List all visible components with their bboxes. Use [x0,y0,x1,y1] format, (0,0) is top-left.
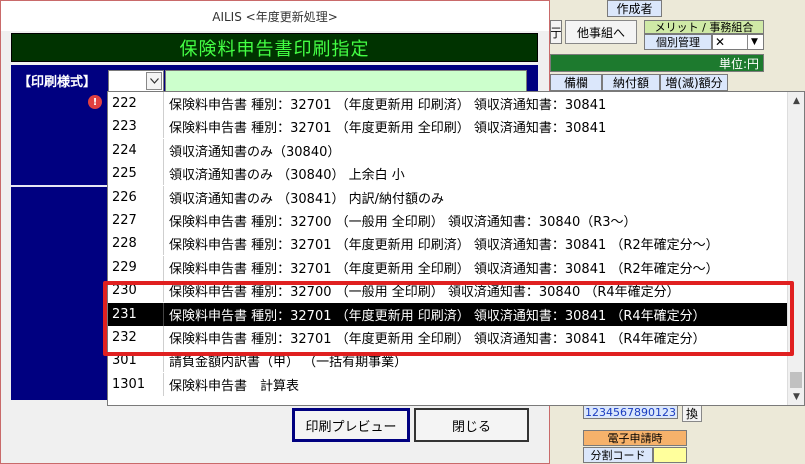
dropdown-option[interactable]: 230 保険料申告書 種別：32700 （一般用 全印刷） 領収済通知書：3084… [108,279,788,303]
option-text: 保険料申告書 種別：32701 （年度更新用 印刷済） 領収済通知書：30841… [169,308,706,324]
option-code: 222 [108,92,164,115]
option-text: 保険料申告書 計算表 [169,378,300,394]
dropdown-option[interactable]: 222 保険料申告書 種別：32701 （年度更新用 印刷済） 領収済通知書：30… [108,92,788,115]
print-preview-button[interactable]: 印刷プレビュー [292,408,410,442]
print-format-name-field [165,70,527,92]
option-text: 保険料申告書 種別：32701 （年度更新用 全印刷） 領収済通知書：30841 [169,121,607,137]
option-code: 223 [108,115,164,139]
option-text: 保険料申告書 種別：32700 （一般用 全印刷） 領収済通知書：30840 （… [169,285,680,301]
dropdown-option[interactable]: 232 保険料申告書 種別：32701 （年度更新用 全印刷） 領収済通知書：30… [108,326,788,349]
option-text: 領収済通知書のみ （30840） 上余白 小 [169,168,405,184]
scrollbar-thumb[interactable] [790,372,802,388]
col-paid: 納付額 [602,74,660,91]
col-prep: 備欄 [550,74,602,91]
chevron-down-icon: ▼ [747,35,761,49]
option-text: 保険料申告書 種別：32701 （年度更新用 印刷済） 領収済通知書：30841… [169,238,719,254]
print-format-select[interactable] [108,70,164,92]
option-code: 230 [108,279,164,303]
dropdown-option[interactable]: 224 領収済通知書のみ（30840） [108,138,788,162]
dropdown-option[interactable]: 223 保険料申告書 種別：32701 （年度更新用 全印刷） 領収済通知書：30… [108,115,788,139]
option-text: 保険料申告書 種別：32701 （年度更新用 全印刷） 領収済通知書：30841… [169,332,706,347]
individual-mgmt-label: 個別管理 [644,34,712,50]
warning-icon: ! [88,95,102,109]
option-code: 232 [108,326,164,349]
option-code: 1301 [108,372,164,396]
panel-divider [11,185,107,187]
partial-tab[interactable]: 亍 [550,20,562,44]
dropdown-option[interactable]: 225 領収済通知書のみ （30840） 上余白 小 [108,162,788,186]
option-code: 226 [108,185,164,209]
option-code: 227 [108,209,164,232]
print-format-label: 【印刷様式】 [18,75,97,90]
dropdown-option[interactable]: 227 保険料申告書 種別：32700 （一般用 全印刷） 領収済通知書：3084… [108,209,788,232]
scroll-up-icon[interactable]: ▲ [788,92,804,109]
chevron-down-icon[interactable] [146,72,162,90]
creator-label: 作成者 [607,0,662,17]
dialog-header-title: 保険料申告書印刷指定 [11,33,538,62]
option-code: 225 [108,162,164,186]
print-format-dropdown[interactable]: 222 保険料申告書 種別：32701 （年度更新用 印刷済） 領収済通知書：30… [107,91,805,406]
close-button[interactable]: 閉じる [414,408,529,442]
option-text: 保険料申告書 種別：32701 （年度更新用 印刷済） 領収済通知書：30841 [169,98,607,113]
option-text: 領収済通知書のみ（30840） [169,144,341,160]
dropdown-scrollbar[interactable]: ▲ ▼ [787,92,804,405]
individual-mgmt-select[interactable]: ✕ ▼ [712,34,764,50]
select-value: ✕ [715,35,726,49]
split-code-label: 分割コード [583,447,653,463]
option-code: 224 [108,138,164,162]
option-text: 保険料申告書 種別：32701 （年度更新用 全印刷） 領収済通知書：30841… [169,261,719,277]
swap-button[interactable]: 換 [682,404,702,422]
window-title: AILIS <年度更新処理> [1,1,549,31]
dropdown-option[interactable]: 228 保険料申告書 種別：32701 （年度更新用 印刷済） 領収済通知書：30… [108,232,788,256]
other-office-button[interactable]: 他事組へ [565,20,637,44]
dropdown-option[interactable]: 231 保険料申告書 種別：32701 （年度更新用 印刷済） 領収済通知書：30… [108,302,788,326]
option-code: 231 [108,302,164,326]
scroll-down-icon[interactable]: ▼ [788,388,804,405]
option-code: 229 [108,255,164,279]
split-code-input[interactable] [653,447,687,463]
col-diff: 増(減)額分 [660,74,728,91]
dropdown-option[interactable]: 226 領収済通知書のみ （30841） 内訳/納付額のみ [108,185,788,209]
option-text: 保険料申告書 種別：32700 （一般用 全印刷） 領収済通知書：30840（R… [169,215,637,230]
id-number: 1234567890123 [583,405,678,419]
unit-label: 単位:円 [550,54,764,72]
dropdown-option[interactable]: 1301 保険料申告書 計算表 [108,372,788,396]
e-filing-label: 電子申請時 [583,430,687,446]
dropdown-option[interactable]: 301 請負金額内訳書（甲） （一括有期事業） [108,349,788,373]
dropdown-option[interactable]: 229 保険料申告書 種別：32701 （年度更新用 全印刷） 領収済通知書：30… [108,255,788,279]
option-code: 228 [108,232,164,256]
option-text: 領収済通知書のみ （30841） 内訳/納付額のみ [169,191,444,207]
option-text: 請負金額内訳書（甲） （一括有期事業） [169,355,408,371]
option-code: 301 [108,349,164,373]
merit-label: メリット / 事務組合 [644,20,764,34]
